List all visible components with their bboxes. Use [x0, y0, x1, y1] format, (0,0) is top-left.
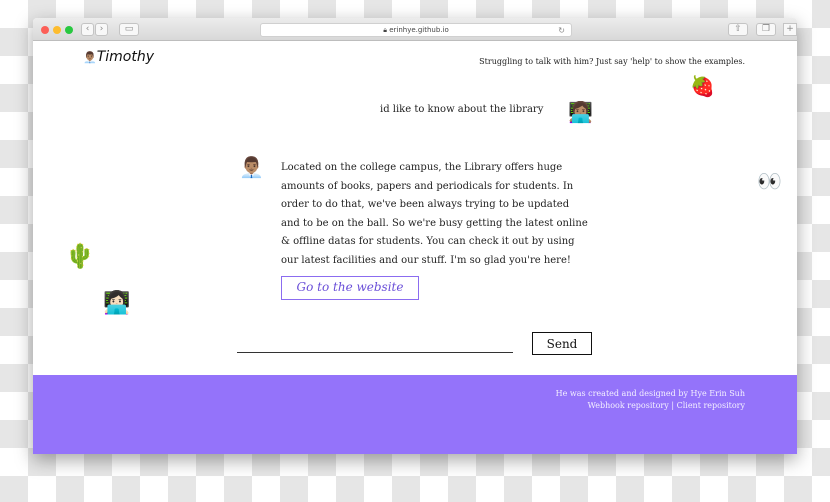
bot-message: Located on the college campus, the Libra… [281, 162, 588, 266]
strawberry-icon: 🍓 [690, 74, 715, 98]
site-title: Timothy [96, 49, 154, 65]
webhook-repository-link[interactable]: Webhook repository [588, 401, 669, 410]
logo[interactable]: 👨🏽‍💼Timothy [83, 49, 154, 65]
back-button[interactable]: ‹ [81, 23, 94, 36]
reload-icon[interactable]: ↻ [558, 24, 565, 37]
footer-credit: He was created and designed by Hye Erin … [555, 389, 745, 398]
footer: He was created and designed by Hye Erin … [33, 375, 797, 454]
send-button[interactable]: Send [532, 332, 592, 355]
bot-avatar-icon: 👨🏽‍💼 [239, 155, 264, 179]
share-icon[interactable]: ⇧ [728, 23, 748, 36]
logo-avatar-icon: 👨🏽‍💼 [83, 51, 97, 64]
forward-button[interactable]: › [95, 23, 108, 36]
address-bar[interactable]: 🔒︎ erinhye.github.io ↻ [260, 23, 572, 37]
tabs-icon[interactable]: ❐ [756, 23, 776, 36]
user-avatar-icon: 👩🏽‍💻 [568, 100, 593, 124]
user-message: id like to know about the library [380, 104, 544, 115]
laptop-person-icon: 👩🏻‍💻 [103, 291, 131, 316]
lock-icon: 🔒︎ [383, 26, 387, 34]
new-tab-button[interactable]: + [783, 23, 797, 36]
help-hint: Struggling to talk with him? Just say 'h… [479, 57, 745, 66]
eyes-icon: 👀 [757, 169, 782, 193]
website-link-button[interactable]: Go to the website [281, 276, 419, 300]
cactus-icon: 🌵 [65, 242, 95, 270]
message-input[interactable] [237, 331, 513, 353]
browser-window: ‹ › ▭ 🔒︎ erinhye.github.io ↻ ⇧ ❐ + 👨🏽‍💼Ti… [33, 18, 797, 454]
page-content: 👨🏽‍💼Timothy Struggling to talk with him?… [33, 41, 797, 454]
url-text: erinhye.github.io [389, 26, 449, 34]
title-bar: ‹ › ▭ 🔒︎ erinhye.github.io ↻ ⇧ ❐ + [33, 18, 797, 41]
footer-separator: | [671, 401, 675, 410]
sidebar-icon[interactable]: ▭ [119, 23, 139, 36]
zoom-window-button[interactable] [65, 26, 73, 34]
close-window-button[interactable] [41, 26, 49, 34]
client-repository-link[interactable]: Client repository [677, 401, 745, 410]
minimize-window-button[interactable] [53, 26, 61, 34]
